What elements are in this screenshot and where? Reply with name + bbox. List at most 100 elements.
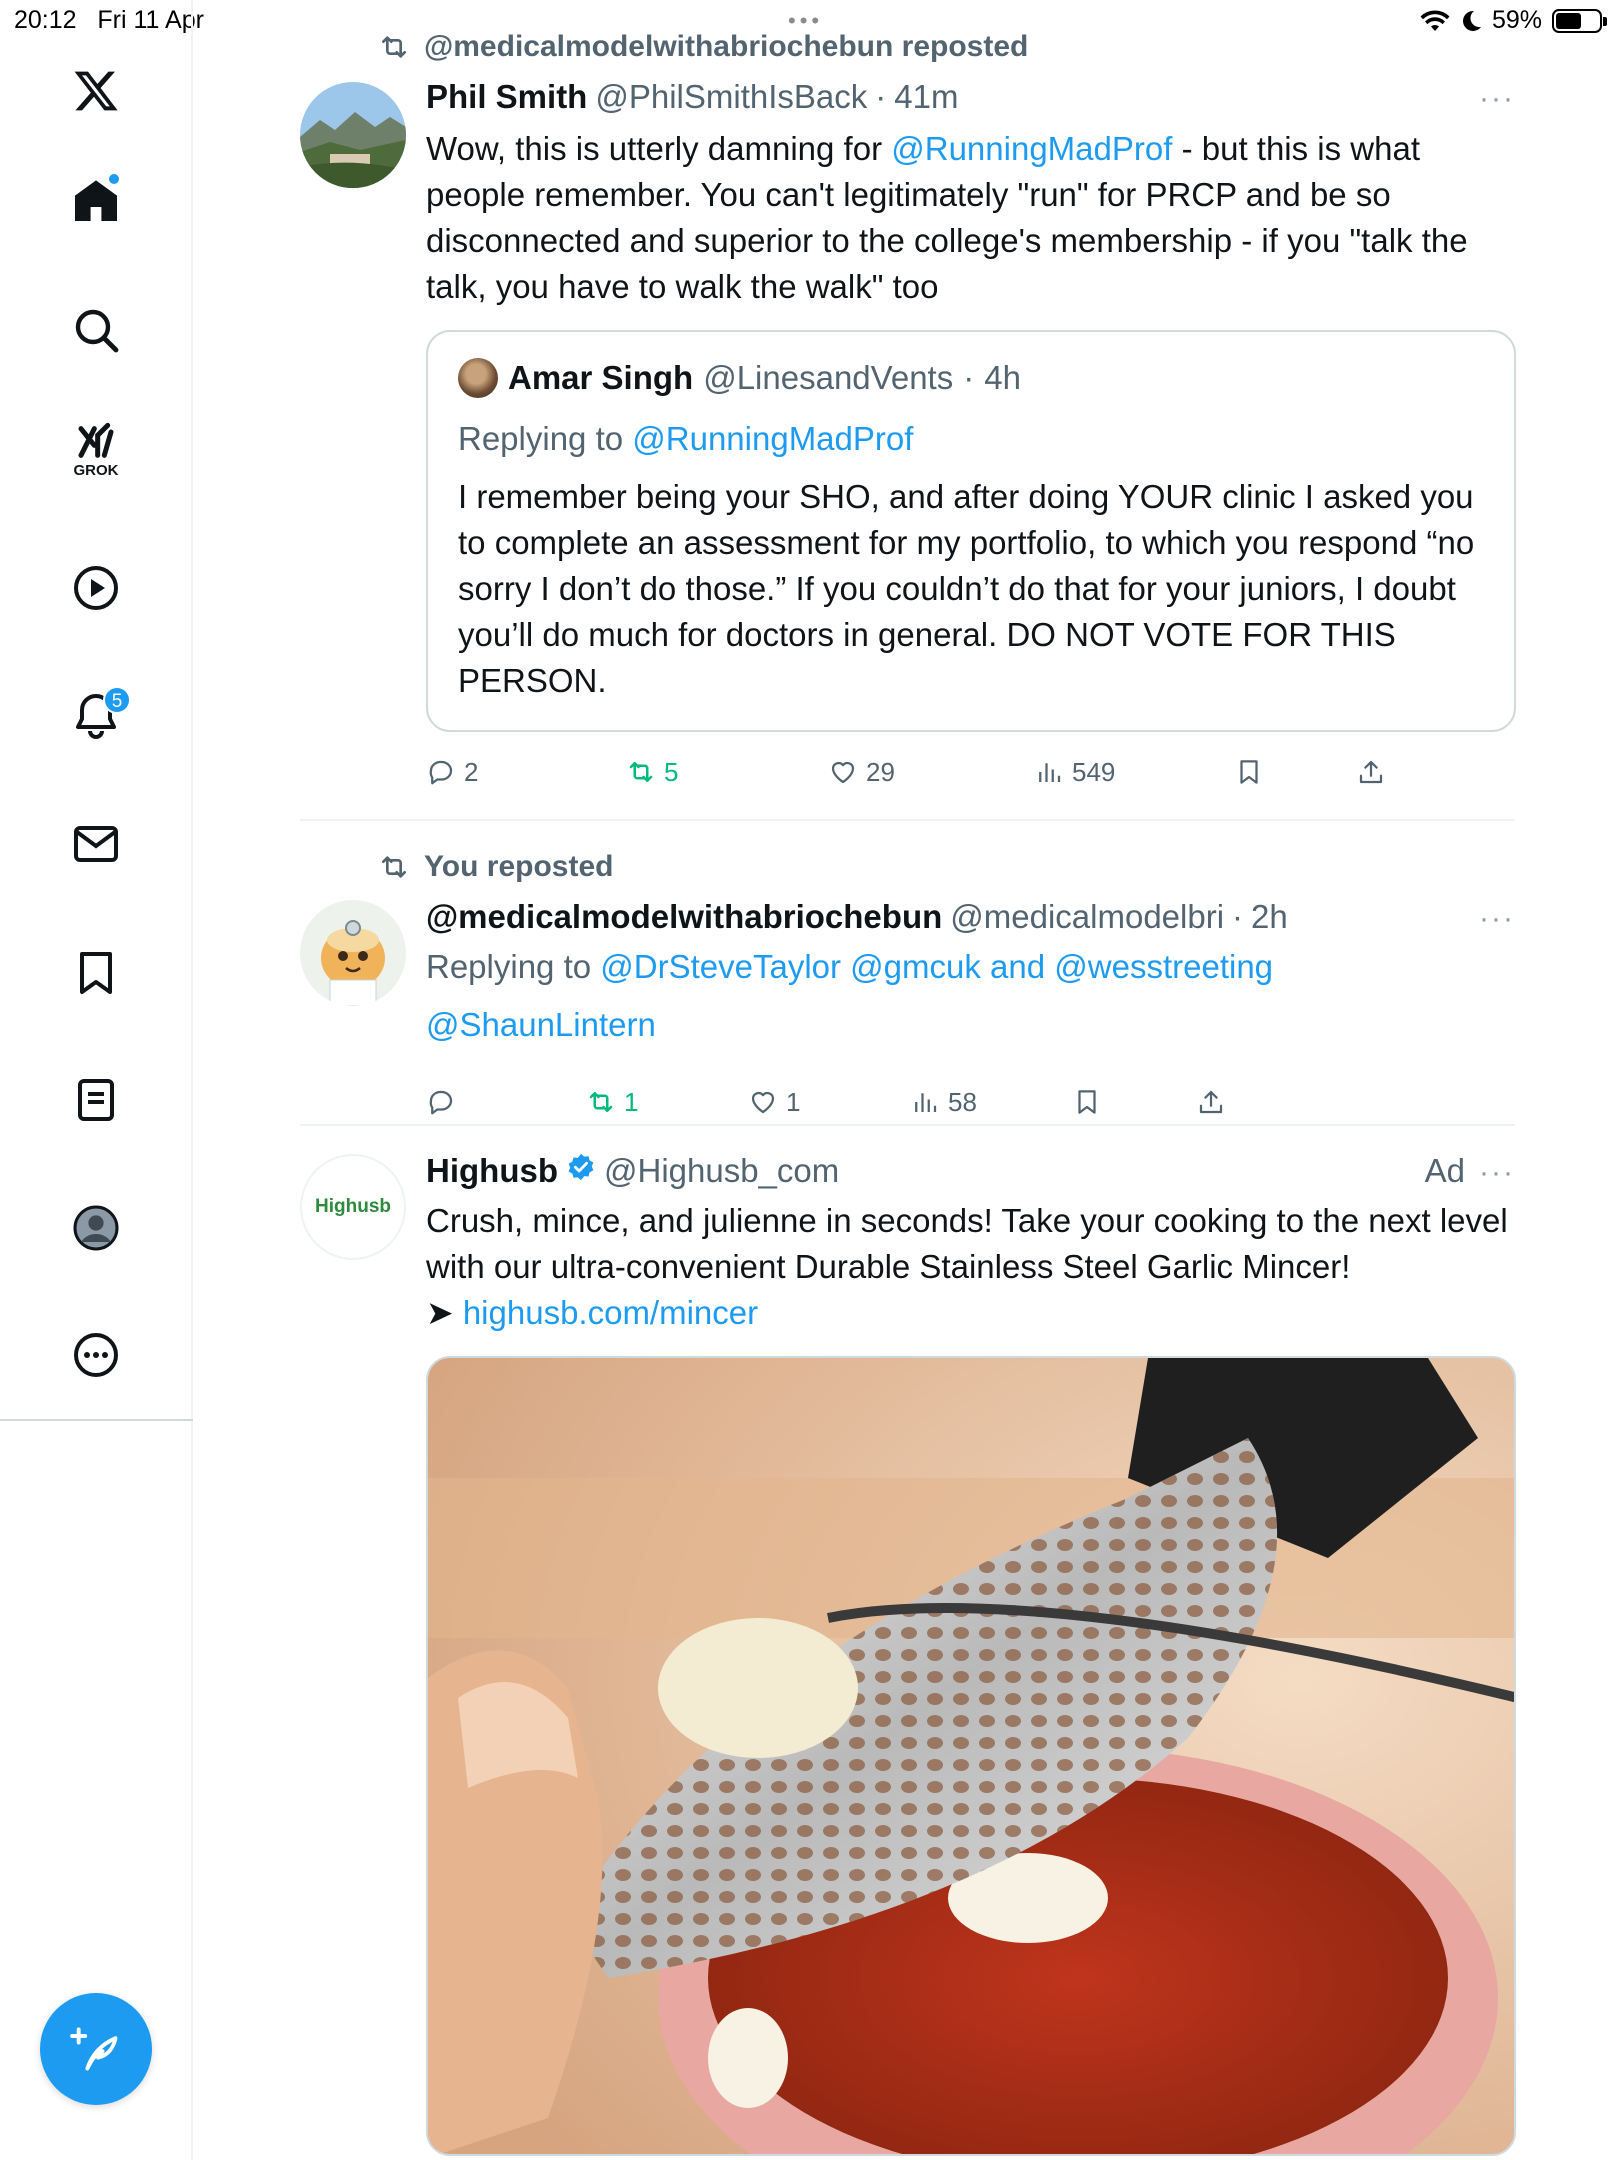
sidebar-item-more[interactable] <box>63 1322 129 1388</box>
avatar <box>458 358 498 398</box>
mail-icon <box>74 826 118 862</box>
repost-context: You reposted <box>378 850 613 884</box>
post-header: @medicalmodelwithabriochebun @medicalmod… <box>426 898 1288 936</box>
heart-icon <box>751 1091 775 1114</box>
reply-icon <box>429 760 453 785</box>
avatar-logo-text: Highusb <box>315 1196 391 1217</box>
author-handle[interactable]: @medicalmodelbri <box>950 898 1224 936</box>
repost-icon <box>382 856 406 878</box>
bookmark-button[interactable] <box>1072 1082 1102 1122</box>
sidebar-item-search[interactable] <box>63 297 129 363</box>
post-text: Crush, mince, and julienne in seconds! T… <box>426 1202 1508 1331</box>
mention-link[interactable]: @RunningMadProf <box>632 420 913 457</box>
mention-link[interactable]: @gmcuk <box>850 948 981 985</box>
repost-button[interactable]: 1 <box>586 1082 638 1122</box>
sidebar-item-home[interactable] <box>63 168 129 234</box>
post-time[interactable]: 41m <box>894 78 958 116</box>
views-button[interactable]: 549 <box>1034 752 1115 792</box>
quoted-author-handle: @LinesandVents <box>703 359 954 396</box>
analytics-icon <box>915 1093 937 1112</box>
bookmark-icon <box>1240 760 1258 784</box>
like-count: 1 <box>786 1086 801 1117</box>
list-icon <box>78 1079 114 1121</box>
more-options-icon[interactable]: ··· <box>1479 82 1515 116</box>
search-icon <box>75 309 119 353</box>
meta-separator: · <box>963 359 975 396</box>
repost-button[interactable]: 5 <box>626 752 678 792</box>
reply-count: 2 <box>464 756 479 787</box>
share-button[interactable] <box>1356 752 1386 792</box>
mention-link[interactable]: @RunningMadProf <box>891 130 1172 167</box>
ad-media-image[interactable] <box>426 1356 1516 2156</box>
sidebar-item-videos[interactable] <box>63 555 129 621</box>
sidebar-item-profile[interactable] <box>63 1195 129 1261</box>
like-button[interactable]: 29 <box>828 752 895 792</box>
grok-icon <box>78 422 114 458</box>
repost-context: @medicalmodelwithabriochebun reposted <box>378 30 1028 64</box>
moon-icon <box>1462 10 1481 31</box>
author-name[interactable]: @medicalmodelwithabriochebun <box>426 898 942 936</box>
share-icon <box>1359 760 1383 784</box>
meta-separator: · <box>875 78 887 115</box>
bookmark-icon <box>80 952 112 994</box>
bookmark-button[interactable] <box>1234 752 1264 792</box>
post-time[interactable]: 2h <box>1251 898 1288 936</box>
home-unread-dot <box>107 172 121 186</box>
avatar[interactable]: Highusb <box>300 1154 406 1260</box>
sidebar-item-lists[interactable] <box>63 1067 129 1133</box>
post-header: Highusb @Highusb_com <box>426 1152 839 1190</box>
author-name[interactable]: Phil Smith <box>426 78 587 116</box>
quoted-post-time: 4h <box>984 359 1021 396</box>
notification-count-badge: 5 <box>103 686 131 714</box>
mention-link[interactable]: @DrSteveTaylor <box>600 948 841 985</box>
mention-link[interactable]: @ShaunLintern <box>426 1006 656 1043</box>
x-logo-icon[interactable] <box>63 58 129 124</box>
mention-link[interactable]: @wesstreeting <box>1054 948 1273 985</box>
sidebar-item-bookmarks[interactable] <box>63 940 129 1006</box>
ad-link[interactable]: highusb.com/mincer <box>463 1294 758 1331</box>
quoted-author-name: Amar Singh <box>508 359 694 396</box>
replying-to: Replying to @RunningMadProf <box>458 420 914 457</box>
view-count: 58 <box>948 1086 977 1117</box>
like-count: 29 <box>866 756 895 787</box>
profile-icon <box>73 1205 119 1251</box>
wifi-icon <box>1420 9 1450 31</box>
post-text: Wow, this is utterly damning for @Runnin… <box>426 130 1468 305</box>
ad-label: Ad <box>1424 1152 1465 1189</box>
author-name[interactable]: Highusb <box>426 1152 558 1190</box>
avatar[interactable] <box>300 900 406 1006</box>
like-button[interactable]: 1 <box>748 1082 800 1122</box>
repost-icon <box>382 36 406 58</box>
replying-to: Replying to @DrSteveTaylor @gmcuk and @w… <box>426 948 1274 985</box>
more-circle-icon <box>74 1333 118 1377</box>
repost-icon <box>589 1092 613 1112</box>
quoted-post-header: Amar Singh @LinesandVents · 4h <box>458 358 1021 398</box>
sidebar-item-grok[interactable]: GROK <box>63 420 129 486</box>
author-handle[interactable]: @PhilSmithIsBack <box>595 78 867 116</box>
sidebar-item-messages[interactable] <box>63 811 129 877</box>
compose-button[interactable] <box>40 1993 152 2105</box>
post-text: @ShaunLintern <box>426 1002 1516 1048</box>
repost-count: 5 <box>664 756 679 787</box>
heart-icon <box>831 761 855 784</box>
author-handle[interactable]: @Highusb_com <box>604 1152 839 1190</box>
more-options-icon[interactable]: ··· <box>1479 902 1515 936</box>
verified-badge-icon <box>568 1153 594 1181</box>
post-actions: 2 5 29 549 <box>426 752 1516 792</box>
reply-icon <box>429 1090 453 1115</box>
more-options-icon[interactable]: ··· <box>1479 1156 1515 1190</box>
arrow-glyph: ➤ <box>426 1294 463 1331</box>
reply-button[interactable]: 2 <box>426 752 478 792</box>
quoted-post[interactable]: Amar Singh @LinesandVents · 4h Replying to… <box>426 330 1516 732</box>
views-button[interactable]: 58 <box>910 1082 977 1122</box>
sidebar-divider <box>0 1419 193 1421</box>
share-button[interactable] <box>1196 1082 1226 1122</box>
reply-button[interactable] <box>426 1082 464 1122</box>
sidebar: GROK 5 <box>0 0 193 2160</box>
compose-icon <box>70 2027 118 2071</box>
analytics-icon <box>1039 763 1061 782</box>
avatar[interactable] <box>300 82 406 188</box>
sidebar-item-notifications[interactable]: 5 <box>63 682 131 748</box>
replying-and: and <box>990 948 1046 985</box>
post-actions: 1 1 58 <box>426 1082 1226 1122</box>
